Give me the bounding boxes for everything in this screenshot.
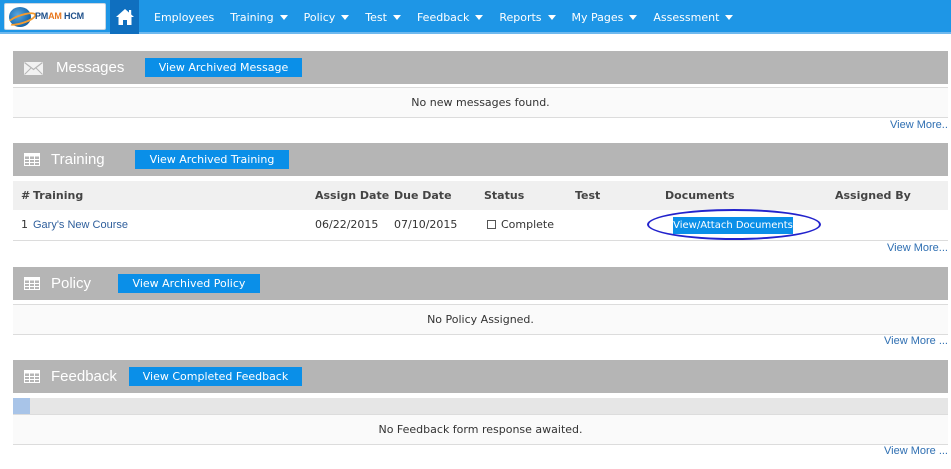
top-navbar: PMAM HCM Employees Training Policy Test Feed…: [0, 0, 951, 34]
messages-title: Messages: [56, 59, 125, 76]
assign-date: 06/22/2015: [315, 218, 379, 231]
caret-down-icon: [279, 15, 288, 20]
view-completed-feedback-button[interactable]: View Completed Feedback: [129, 367, 302, 386]
home-button[interactable]: [110, 0, 139, 34]
caret-down-icon: [629, 15, 638, 20]
nav-item-label: Employees: [154, 10, 215, 24]
table-row: 1 Gary's New Course 06/22/2015 07/10/201…: [13, 209, 948, 241]
nav-item-feedback[interactable]: Feedback: [416, 10, 484, 24]
view-attach-documents-button[interactable]: View/Attach Documents: [673, 217, 793, 234]
envelope-icon: [24, 62, 43, 75]
messages-empty-row: No new messages found.: [13, 87, 948, 118]
nav-item-training[interactable]: Training: [230, 10, 288, 24]
col-header-test[interactable]: Test: [575, 181, 600, 210]
feedback-empty-row: No Feedback form response awaited.: [13, 414, 948, 445]
caret-down-icon: [547, 15, 556, 20]
feedback-progress-strip: [13, 398, 948, 414]
policy-view-more-link[interactable]: View More ...: [884, 335, 948, 347]
training-view-more-link[interactable]: View More...: [887, 242, 948, 254]
col-header-training[interactable]: Training: [33, 181, 83, 210]
nav-item-test[interactable]: Test: [365, 11, 401, 24]
policy-title: Policy: [51, 275, 92, 292]
globe-logo-icon: [9, 7, 31, 27]
col-header-assigned-by[interactable]: Assigned By: [835, 181, 911, 210]
nav-item-label: Training: [230, 10, 274, 24]
nav-item-label: Policy: [303, 10, 336, 24]
view-archived-training-button[interactable]: View Archived Training: [135, 150, 289, 169]
messages-view-more-link[interactable]: View More..: [890, 119, 948, 131]
home-icon: [115, 9, 134, 25]
feedback-title: Feedback: [51, 368, 117, 385]
caret-down-icon: [341, 15, 350, 20]
col-header-status[interactable]: Status: [484, 181, 524, 210]
nav-item-label: My Pages: [571, 10, 624, 24]
view-archived-message-button[interactable]: View Archived Message: [145, 58, 302, 77]
nav-item-employees[interactable]: Employees: [154, 11, 214, 24]
feedback-section-header: Feedback View Completed Feedback: [13, 360, 948, 393]
nav-item-label: Feedback: [416, 10, 470, 24]
complete-checkbox[interactable]: [487, 220, 496, 229]
nav-item-label: Assessment: [653, 10, 720, 24]
table-grid-icon: [24, 153, 40, 166]
due-date: 07/10/2015: [394, 218, 458, 231]
caret-down-icon: [392, 15, 401, 20]
logo-text: PMAM HCM: [35, 11, 84, 21]
nav-item-assessment[interactable]: Assessment: [653, 10, 734, 24]
messages-section-header: Messages View Archived Message: [13, 51, 948, 84]
nav-item-policy[interactable]: Policy: [304, 11, 350, 24]
feedback-progress-fill: [13, 398, 30, 414]
nav-item-label: Reports: [499, 10, 542, 24]
col-header-assign-date[interactable]: Assign Date: [315, 181, 389, 210]
status-label: Complete: [501, 218, 555, 231]
row-num: 1: [21, 218, 28, 231]
training-table-header: # Training Assign Date Due Date Status T…: [13, 181, 948, 210]
policy-section-header: Policy View Archived Policy: [13, 267, 948, 300]
nav-item-reports[interactable]: Reports: [499, 10, 556, 24]
training-section-header: Training View Archived Training: [13, 143, 948, 176]
caret-down-icon: [725, 15, 734, 20]
nav-item-my-pages[interactable]: My Pages: [572, 11, 638, 24]
view-archived-policy-button[interactable]: View Archived Policy: [118, 274, 260, 293]
feedback-view-more-link[interactable]: View More ...: [884, 445, 948, 457]
col-header-due-date[interactable]: Due Date: [394, 181, 452, 210]
table-grid-icon: [24, 370, 40, 383]
status-cell: Complete: [487, 210, 554, 240]
course-link[interactable]: Gary's New Course: [33, 210, 128, 240]
table-grid-icon: [24, 277, 40, 290]
policy-empty-row: No Policy Assigned.: [13, 304, 948, 335]
col-header-documents[interactable]: Documents: [665, 181, 735, 210]
nav-item-label: Test: [365, 10, 387, 24]
company-logo[interactable]: PMAM HCM: [4, 3, 106, 30]
nav-menu: Employees Training Policy Test Feedback Repor…: [146, 0, 741, 34]
col-header-num: #: [21, 189, 31, 202]
training-title: Training: [51, 151, 105, 168]
caret-down-icon: [475, 15, 484, 20]
